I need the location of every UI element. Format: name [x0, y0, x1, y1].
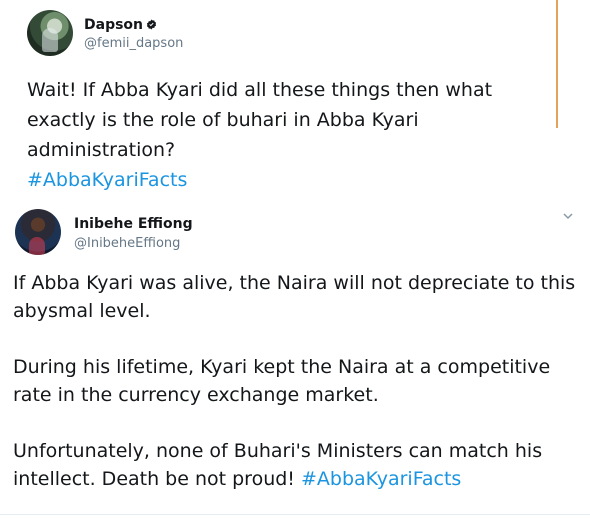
divider: [0, 514, 590, 515]
user-handle[interactable]: @femii_dapson: [84, 35, 183, 52]
chevron-down-icon[interactable]: [562, 210, 574, 222]
tweet-dapson[interactable]: Dapson @femii_dapson Wait! If Abba Kyari…: [0, 0, 590, 198]
user-handle[interactable]: @InibeheEffiong: [74, 235, 180, 252]
avatar-inibehe[interactable]: [15, 209, 61, 255]
tweet-text: If Abba Kyari was alive, the Naira will …: [13, 272, 582, 490]
tweet-inibehe[interactable]: Inibehe Effiong @InibeheEffiong If Abba …: [0, 198, 590, 518]
display-name[interactable]: Dapson: [84, 16, 157, 34]
display-name[interactable]: Inibehe Effiong: [74, 215, 193, 233]
avatar-dapson[interactable]: [27, 10, 73, 56]
hashtag-link[interactable]: #AbbaKyariFacts: [27, 169, 187, 191]
tweet-text: Wait! If Abba Kyari did all these things…: [27, 79, 493, 191]
accent-bar: [556, 0, 558, 128]
verified-icon: [146, 19, 157, 30]
hashtag-link[interactable]: #AbbaKyariFacts: [301, 468, 461, 490]
